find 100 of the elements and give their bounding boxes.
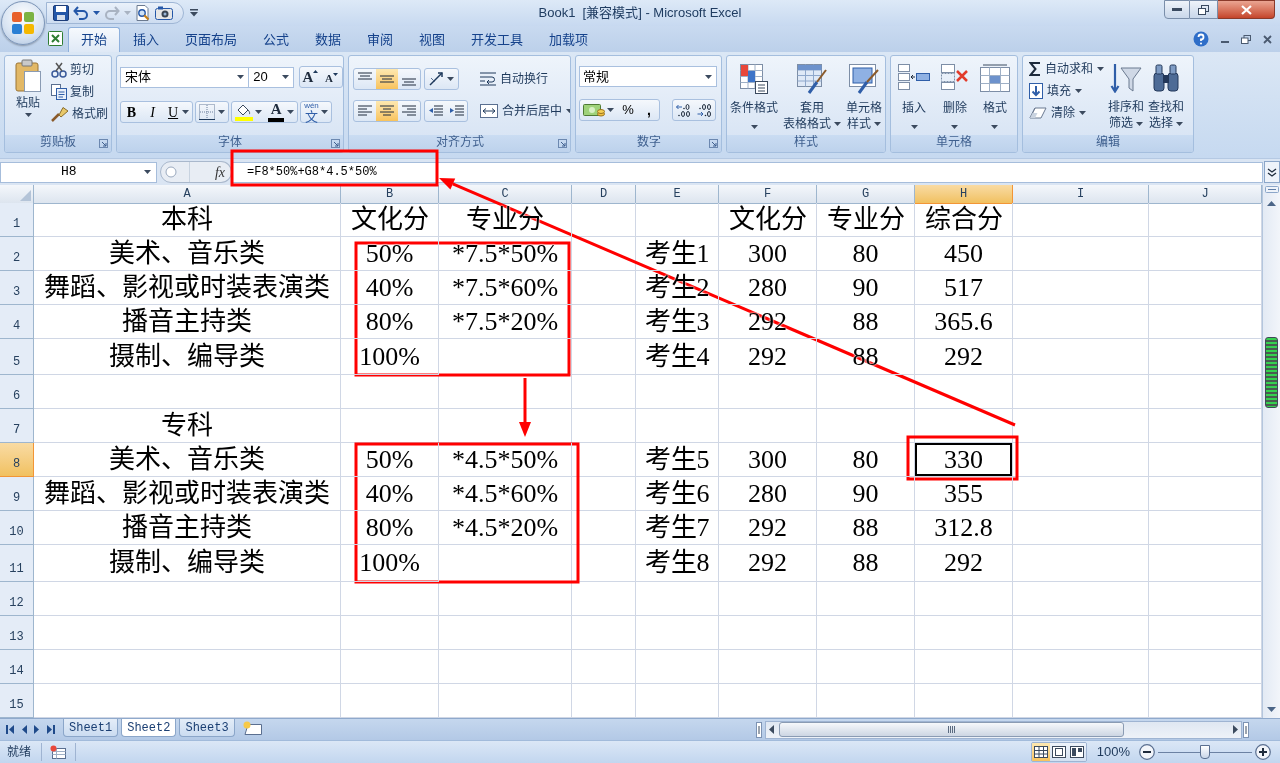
font-name-dropdown[interactable]: 宋体 [120, 66, 250, 88]
previous-sheet-icon[interactable] [21, 725, 27, 734]
ribbon-tab[interactable]: 开发工具 [458, 27, 536, 52]
caret-icon[interactable] [1075, 89, 1082, 93]
caret-icon[interactable] [282, 75, 289, 79]
phonetic-guide-button[interactable]: wén 文 [300, 101, 332, 123]
caret-icon[interactable] [218, 110, 226, 114]
split-handle-icon[interactable] [1264, 186, 1279, 193]
expand-icon[interactable] [1264, 161, 1280, 183]
percent-button[interactable]: % [617, 100, 639, 120]
command-button[interactable]: 格式刷 [51, 105, 108, 123]
row-header[interactable]: 12 [0, 582, 34, 616]
caret-icon[interactable] [320, 110, 328, 114]
caret-icon[interactable] [182, 110, 190, 114]
close-icon[interactable] [1263, 34, 1272, 44]
caret-icon[interactable] [255, 110, 263, 114]
sheet-tab[interactable]: Sheet2 [121, 719, 177, 737]
scroll-left-icon[interactable] [769, 725, 774, 734]
zoom-level[interactable]: 100% [1096, 742, 1130, 762]
command-button[interactable]: 删除 [939, 60, 971, 135]
scroll-down-icon[interactable] [1267, 707, 1276, 712]
column-header[interactable]: F [719, 185, 817, 204]
ribbon-tab[interactable]: 审阅 [354, 27, 406, 52]
scroll-right-icon[interactable] [1233, 725, 1238, 734]
ribbon-tab[interactable]: 视图 [406, 27, 458, 52]
help-icon[interactable] [1193, 31, 1209, 47]
column-header[interactable]: C [439, 185, 572, 204]
align-button[interactable] [376, 101, 398, 121]
column-header[interactable]: H [915, 185, 1013, 204]
split-handle-icon[interactable] [1243, 721, 1249, 738]
ribbon-tab[interactable]: 数据 [302, 27, 354, 52]
row-header[interactable]: 2 [0, 237, 34, 271]
caret-icon[interactable] [834, 122, 841, 127]
bold-button[interactable]: B [121, 102, 142, 122]
dialog-launcher-icon[interactable] [709, 139, 718, 148]
command-button[interactable]: 条件格式 [728, 60, 780, 135]
caret-icon[interactable] [951, 125, 959, 130]
column-header[interactable]: A [34, 185, 341, 204]
orientation-button[interactable] [424, 68, 459, 90]
wrap-text-button[interactable]: 自动换行 [480, 68, 570, 90]
row-header[interactable]: 1 [0, 203, 34, 237]
magnifier-page-icon[interactable] [135, 5, 151, 21]
align-button[interactable] [376, 69, 398, 89]
row-header[interactable]: 11 [0, 545, 34, 582]
column-header[interactable]: E [636, 185, 719, 204]
view-button[interactable] [1031, 743, 1050, 761]
row-header[interactable]: 6 [0, 375, 34, 409]
zoom-out-icon[interactable] [1139, 744, 1155, 760]
command-button[interactable]: 插入 [896, 60, 933, 135]
resize-handle-icon[interactable] [160, 161, 190, 183]
restore-button[interactable] [1190, 0, 1218, 19]
caret-icon[interactable] [144, 170, 151, 174]
camera-icon[interactable] [155, 6, 173, 20]
shrink-font-button[interactable]: A [321, 67, 342, 87]
dialog-launcher-icon[interactable] [99, 139, 108, 148]
caret-icon[interactable] [1097, 67, 1104, 71]
row-header[interactable]: 15 [0, 684, 34, 718]
close-button[interactable] [1218, 0, 1275, 19]
command-button[interactable]: 套用 表格格式 [781, 60, 843, 135]
borders-button[interactable] [195, 101, 230, 123]
caret-icon[interactable] [910, 125, 918, 130]
row-header[interactable]: 14 [0, 650, 34, 684]
command-button[interactable]: 查找和 选择 [1146, 59, 1186, 135]
command-button[interactable]: 复制 [51, 83, 108, 101]
undo-arrow-icon[interactable] [73, 6, 89, 20]
command-button[interactable]: 剪切 [51, 61, 108, 79]
quick-access-menu-icon[interactable] [190, 9, 198, 17]
spreadsheet-icon[interactable] [48, 31, 63, 46]
name-box[interactable]: H8 [0, 161, 157, 183]
ribbon-tab[interactable]: 加载项 [536, 27, 601, 52]
last-sheet-icon[interactable] [47, 725, 55, 734]
caret-icon[interactable] [607, 108, 614, 112]
zoom-slider[interactable] [1158, 745, 1252, 759]
macro-record-icon[interactable] [50, 745, 66, 759]
grow-font-button[interactable]: A [300, 67, 321, 87]
command-button[interactable]: 单元格 样式 [844, 60, 884, 135]
vertical-scrollbar[interactable] [1262, 185, 1280, 718]
row-header[interactable]: 10 [0, 511, 34, 545]
caret-icon[interactable] [237, 75, 245, 79]
ribbon-tab[interactable]: 开始 [68, 27, 120, 52]
dialog-launcher-icon[interactable] [558, 139, 567, 148]
scrollbar-thumb[interactable] [1265, 337, 1278, 408]
ribbon-tab[interactable]: 页面布局 [172, 27, 250, 52]
command-button[interactable]: 格式 [977, 60, 1012, 135]
caret-icon[interactable] [1136, 121, 1143, 126]
column-header[interactable]: I [1013, 185, 1149, 204]
comma-button[interactable]: , [639, 100, 659, 120]
paste-button[interactable]: 粘贴 [11, 59, 45, 135]
number-format-dropdown[interactable]: 常规 [579, 66, 717, 87]
row-header[interactable]: 9 [0, 477, 34, 511]
row-header[interactable]: 3 [0, 271, 34, 305]
formula-input[interactable]: =F8*50%+G8*4.5*50% [232, 161, 1263, 183]
caret-icon[interactable] [287, 110, 295, 114]
row-header[interactable]: 8 [0, 443, 34, 477]
command-button[interactable]: 自动求和 [1029, 60, 1104, 78]
column-header[interactable]: G [817, 185, 915, 204]
column-header[interactable]: D [572, 185, 636, 204]
font-size-dropdown[interactable]: 20 [249, 66, 294, 88]
caret-icon[interactable] [991, 125, 999, 130]
row-header[interactable]: 5 [0, 339, 34, 375]
